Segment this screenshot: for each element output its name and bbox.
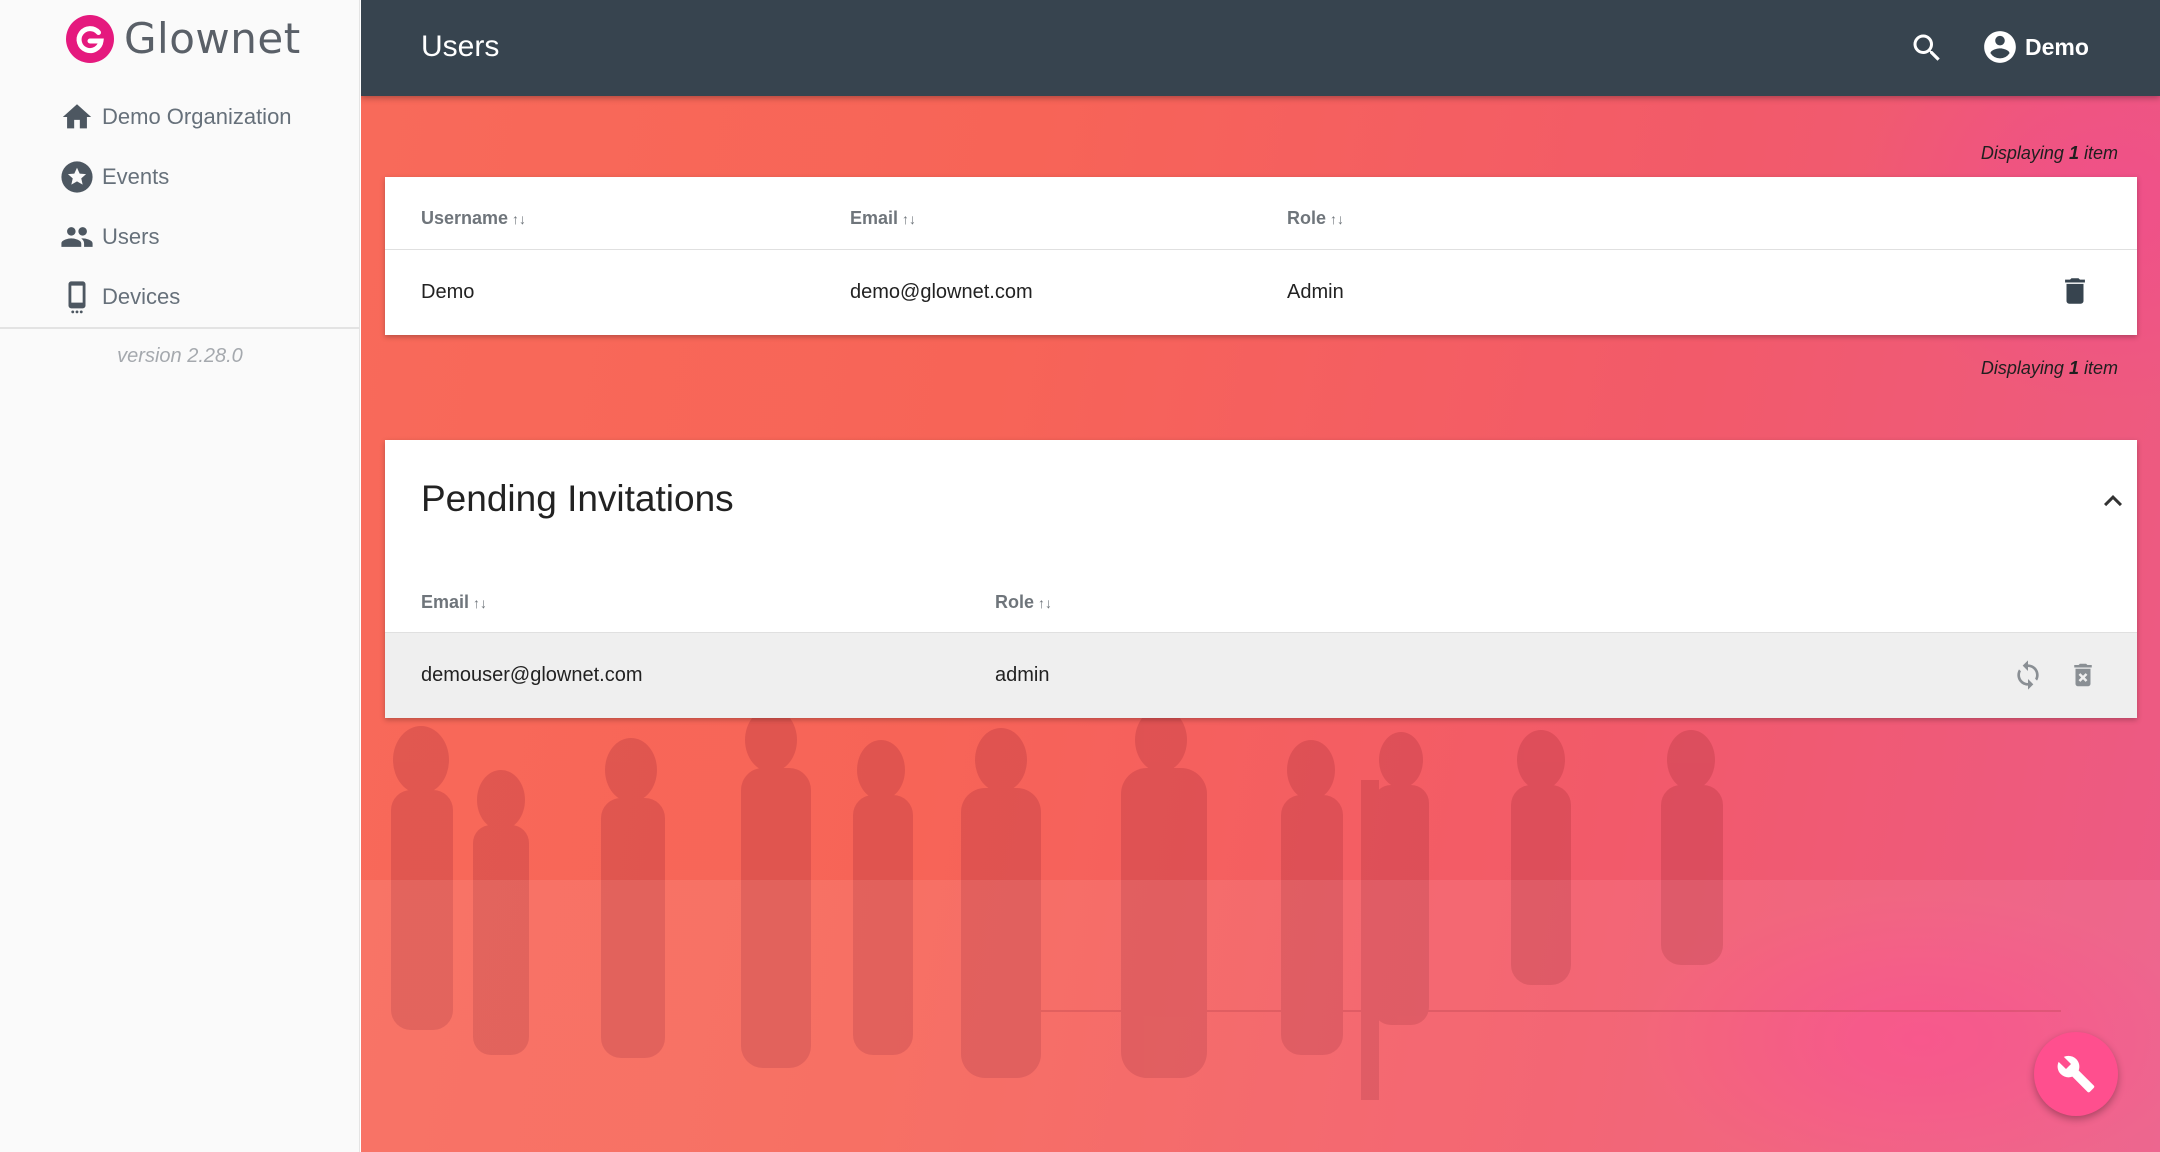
sidebar-item-devices[interactable]: Devices xyxy=(0,267,360,327)
glownet-logo-icon xyxy=(66,14,114,63)
items-count-top: Displaying 1 item xyxy=(1981,143,2118,164)
sort-icon: ↑↓ xyxy=(1330,211,1345,227)
top-app-bar: Users Demo xyxy=(361,0,2160,96)
user-name: Demo xyxy=(2025,33,2089,60)
sidebar-item-label: Users xyxy=(102,224,160,249)
page-title: Users xyxy=(421,30,500,63)
count-prefix: Displaying xyxy=(1980,143,2064,163)
main-content: Users Demo Displaying 1 item Username ↑↓ … xyxy=(361,0,2160,1152)
column-email[interactable]: Email ↑↓ xyxy=(850,208,916,229)
header-divider xyxy=(385,249,2137,250)
search-icon[interactable] xyxy=(1909,30,1945,66)
resend-icon[interactable] xyxy=(2012,659,2044,691)
count-prefix: Displaying xyxy=(1980,358,2064,378)
version-label: version 2.28.0 xyxy=(117,345,243,367)
count-suffix: item xyxy=(2083,143,2118,163)
brand-logo[interactable]: Glownet xyxy=(66,14,301,63)
count-suffix: item xyxy=(2083,358,2118,378)
user-menu[interactable]: Demo xyxy=(1981,28,2089,66)
sidebar: Glownet Demo Organization Events Users D… xyxy=(0,0,360,1152)
sort-icon: ↑↓ xyxy=(512,211,527,227)
cell-role: Admin xyxy=(1287,281,1344,303)
cell-role: admin xyxy=(995,664,1050,686)
column-label: Email xyxy=(850,208,899,228)
sort-icon: ↑↓ xyxy=(1038,595,1053,611)
tools-fab[interactable] xyxy=(2034,1032,2118,1116)
home-icon xyxy=(62,104,92,129)
sidebar-item-users[interactable]: Users xyxy=(0,207,360,267)
count-value: 1 xyxy=(2068,358,2079,378)
column-label: Role xyxy=(1287,208,1327,228)
column-label: Username xyxy=(421,208,509,228)
sidebar-item-events[interactable]: Events xyxy=(0,147,360,207)
sidebar-item-label: Demo Organization xyxy=(102,104,292,129)
items-count-bottom: Displaying 1 item xyxy=(1981,358,2118,379)
star-icon xyxy=(61,161,93,193)
column-email[interactable]: Email ↑↓ xyxy=(421,592,487,613)
brand-name: Glownet xyxy=(124,14,301,63)
count-value: 1 xyxy=(2068,143,2079,163)
sidebar-item-organization[interactable]: Demo Organization xyxy=(0,87,360,147)
column-role[interactable]: Role ↑↓ xyxy=(995,592,1052,613)
cell-email: demo@glownet.com xyxy=(850,281,1033,303)
chevron-up-icon[interactable] xyxy=(2095,483,2131,519)
delete-forever-icon[interactable] xyxy=(2068,660,2098,690)
sidebar-item-label: Devices xyxy=(102,284,181,309)
cell-email: demouser@glownet.com xyxy=(421,664,643,686)
people-icon xyxy=(61,227,93,247)
sort-icon: ↑↓ xyxy=(902,211,917,227)
sidebar-nav: Demo Organization Events Users Devices xyxy=(0,87,360,327)
table-row[interactable]: demouser@glownet.com admin xyxy=(385,633,2137,718)
sidebar-item-label: Events xyxy=(102,164,170,189)
column-label: Email xyxy=(421,592,470,612)
phone-icon xyxy=(68,281,86,314)
cell-username: Demo xyxy=(421,281,475,303)
users-table: Username ↑↓ Email ↑↓ Role ↑↓ Demo demo@glow… xyxy=(385,177,2137,335)
wrench-icon xyxy=(2057,1055,2095,1093)
column-role[interactable]: Role ↑↓ xyxy=(1287,208,1344,229)
column-username[interactable]: Username ↑↓ xyxy=(421,208,526,229)
pending-title: Pending Invitations xyxy=(421,478,734,519)
sort-icon: ↑↓ xyxy=(473,595,488,611)
pending-invitations-panel: Pending Invitations Email ↑↓ Role ↑↓ demou… xyxy=(385,440,2137,718)
delete-icon[interactable] xyxy=(2058,274,2092,308)
account-circle-icon xyxy=(1984,31,2016,63)
sidebar-divider xyxy=(0,327,360,329)
column-label: Role xyxy=(995,592,1035,612)
